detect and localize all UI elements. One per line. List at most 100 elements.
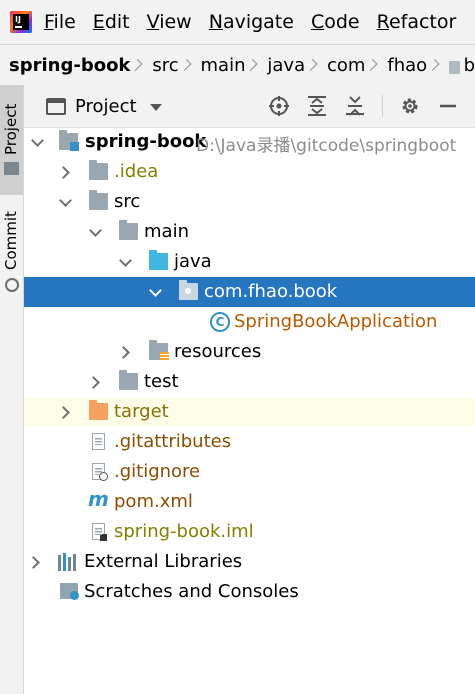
minimize-icon[interactable] [437,95,459,117]
resources-folder-label: resources [174,341,262,362]
locate-icon[interactable] [268,95,290,117]
menu-bar: IJ File Edit View Navigate Code Refactor [0,0,475,44]
tree-node-app-class[interactable]: C SpringBookApplication [24,307,475,337]
spring-class-icon: C [210,312,230,332]
chevron-down-icon[interactable] [89,224,102,237]
main-folder-label: main [144,221,189,242]
chevron-down-icon[interactable] [149,284,162,297]
chevron-right-icon [245,59,258,71]
breadcrumb-item-fhao[interactable]: fhao [387,55,427,76]
breadcrumb-item-main[interactable]: main [201,55,246,76]
scratches-icon [60,583,79,600]
menu-view[interactable]: View [147,11,192,33]
module-file-icon [92,523,107,541]
breadcrumb-item-project[interactable]: spring-book [9,55,130,76]
java-folder-label: java [174,251,212,272]
navigation-breadcrumb: spring-book src main java com fhao b [0,44,475,86]
project-tree: spring-book D:\Java录播\gitcode\springboot… [24,127,475,694]
project-tool-button[interactable]: Project [0,85,23,195]
chevron-right-icon [305,59,318,71]
folder-icon [4,162,19,175]
gitignore-label: .gitignore [114,461,201,482]
menu-navigate[interactable]: Navigate [209,11,294,33]
idea-folder-label: .idea [114,161,159,182]
intellij-logo-icon: IJ [10,11,32,33]
chevron-down-icon[interactable] [59,194,72,207]
tree-node-resources[interactable]: resources [24,337,475,367]
menu-refactor[interactable]: Refactor [377,11,457,33]
project-toolwindow-header: Project [24,85,475,128]
menu-edit[interactable]: Edit [93,11,130,33]
tree-node-pom[interactable]: m pom.xml [24,487,475,517]
resources-folder-icon [149,340,169,361]
chevron-right-icon[interactable] [27,556,40,569]
menu-code[interactable]: Code [311,11,360,33]
project-window-icon [46,97,66,115]
scratches-label: Scratches and Consoles [84,581,299,602]
tree-node-gitignore[interactable]: .gitignore [24,457,475,487]
chevron-down-icon[interactable] [31,134,44,147]
tree-node-main[interactable]: main [24,217,475,247]
chevron-right-icon [130,59,143,71]
chevron-right-icon [179,59,192,71]
ignore-file-icon [92,463,108,481]
tree-node-java[interactable]: java [24,247,475,277]
project-root-label: spring-book [85,131,207,152]
commit-icon [5,278,19,292]
tree-node-gitattributes[interactable]: .gitattributes [24,427,475,457]
test-folder-label: test [144,371,179,392]
gear-icon[interactable] [399,95,421,117]
breadcrumb-item-com[interactable]: com [327,55,365,76]
chevron-right-icon [365,59,378,71]
pom-label: pom.xml [114,491,193,512]
tree-node-target[interactable]: target [24,397,475,427]
chevron-right-icon [427,59,440,71]
chevron-right-icon[interactable] [117,346,130,359]
project-tab-label: Project [2,103,20,155]
folder-icon [89,160,108,180]
commit-tool-button[interactable]: Commit [0,200,23,295]
package-folder-icon [449,60,460,74]
commit-tab-label: Commit [2,211,20,270]
package-label: com.fhao.book [204,281,338,302]
tree-node-package-selected[interactable]: com.fhao.book [24,277,475,307]
folder-icon [119,370,138,390]
breadcrumb-item-src[interactable]: src [152,55,178,76]
folder-icon [89,190,108,210]
tree-node-project-root[interactable]: spring-book D:\Java录播\gitcode\springboot [24,127,475,157]
tree-node-src[interactable]: src [24,187,475,217]
chevron-down-icon[interactable] [119,254,132,267]
chevron-right-icon[interactable] [57,406,70,419]
package-icon [179,280,198,300]
app-class-label: SpringBookApplication [234,311,438,332]
toolbar-separator [382,95,383,117]
iml-label: spring-book.iml [114,521,254,542]
tree-node-external-libraries[interactable]: External Libraries [24,547,475,577]
folder-icon [119,220,138,240]
tree-node-test[interactable]: test [24,367,475,397]
excluded-folder-icon [89,400,108,420]
gitattributes-label: .gitattributes [114,431,232,452]
tree-node-idea[interactable]: .idea [24,157,475,187]
tool-window-stripe: Project Commit [0,85,24,694]
libraries-icon [58,553,78,571]
module-folder-icon [59,130,79,151]
text-file-icon [92,433,105,450]
breadcrumb-item-java[interactable]: java [267,55,305,76]
menu-file[interactable]: File [44,11,76,33]
project-root-path: D:\Java录播\gitcode\springboot [196,136,457,156]
collapse-all-icon[interactable] [344,95,366,117]
tree-node-iml[interactable]: spring-book.iml [24,517,475,547]
view-dropdown-icon[interactable] [149,103,162,111]
toolwindow-title[interactable]: Project [75,96,137,117]
src-folder-label: src [114,191,141,212]
source-folder-icon [149,250,168,270]
expand-all-icon[interactable] [306,95,328,117]
tree-node-scratches[interactable]: Scratches and Consoles [24,577,475,607]
breadcrumb-item-truncated[interactable]: b [464,55,475,76]
chevron-right-icon[interactable] [57,166,70,179]
chevron-right-icon[interactable] [87,376,100,389]
maven-icon: m [88,487,109,511]
external-libraries-label: External Libraries [84,551,243,572]
target-folder-label: target [114,401,169,422]
